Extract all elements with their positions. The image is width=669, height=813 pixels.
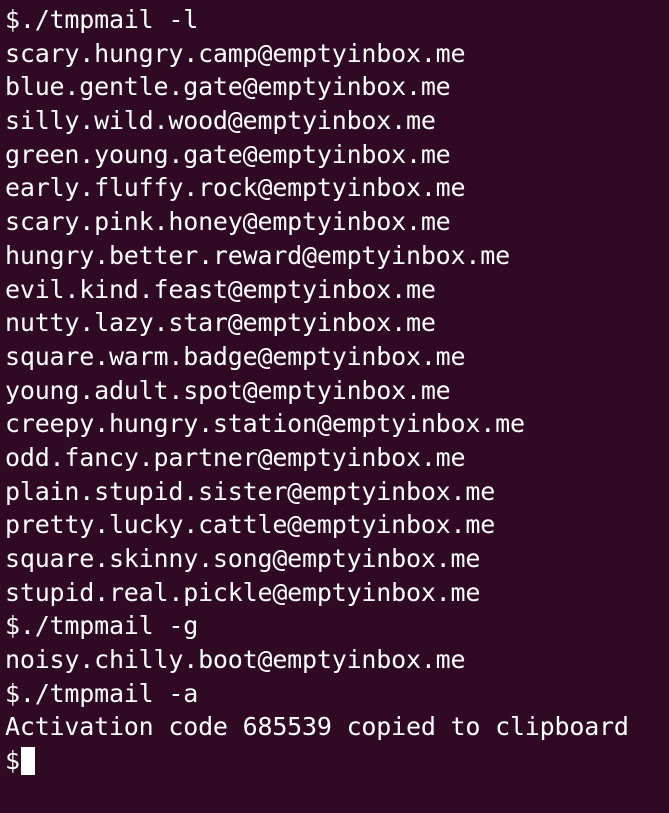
prompt-input-line[interactable]: $ (5, 744, 669, 778)
output-line: silly.wild.wood@emptyinbox.me (5, 106, 436, 136)
output-line: noisy.chilly.boot@emptyinbox.me (5, 645, 466, 675)
output-line: hungry.better.reward@emptyinbox.me (5, 240, 510, 270)
output-line: green.young.gate@emptyinbox.me (5, 139, 451, 169)
output-line: creepy.hungry.station@emptyinbox.me (5, 409, 525, 439)
text-cursor (20, 746, 35, 775)
output-line: evil.kind.feast@emptyinbox.me (5, 274, 436, 304)
command-line: $./tmpmail -g (5, 611, 199, 641)
command-line: $./tmpmail -l (5, 5, 199, 34)
terminal-window[interactable]: $./tmpmail -l scary.hungry.camp@emptyinb… (0, 0, 669, 813)
output-line: plain.stupid.sister@emptyinbox.me (5, 476, 496, 506)
output-line: early.fluffy.rock@emptyinbox.me (5, 173, 466, 203)
output-line: scary.hungry.camp@emptyinbox.me (5, 38, 466, 68)
output-line: nutty.lazy.star@emptyinbox.me (5, 308, 436, 338)
output-line: square.warm.badge@emptyinbox.me (5, 341, 466, 371)
output-line: Activation code 685539 copied to clipboa… (5, 712, 629, 742)
output-line: blue.gentle.gate@emptyinbox.me (5, 72, 451, 102)
output-line: square.skinny.song@emptyinbox.me (5, 544, 481, 573)
output-line: odd.fancy.partner@emptyinbox.me (5, 442, 466, 472)
command-line: $./tmpmail -a (5, 678, 199, 708)
prompt-symbol: $ (5, 746, 20, 776)
output-line: scary.pink.honey@emptyinbox.me (5, 207, 451, 237)
output-line: stupid.real.pickle@emptyinbox.me (5, 577, 481, 607)
output-line: young.adult.spot@emptyinbox.me (5, 375, 451, 405)
output-line: pretty.lucky.cattle@emptyinbox.me (5, 510, 496, 540)
